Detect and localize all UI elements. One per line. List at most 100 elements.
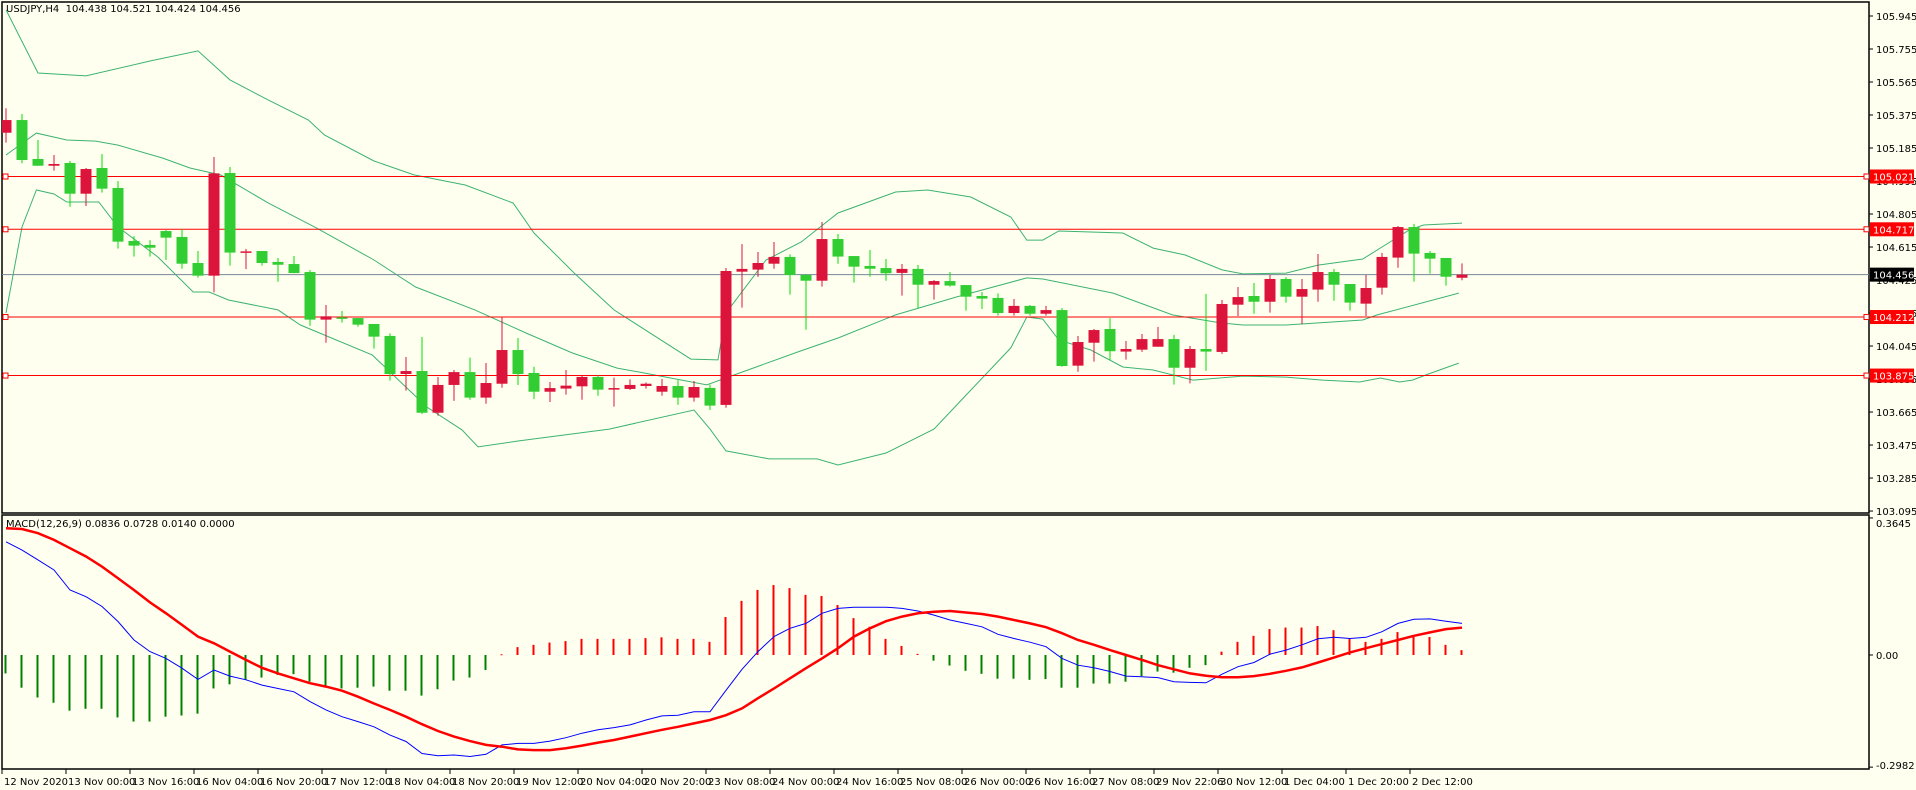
candle-bull xyxy=(240,251,252,253)
macd-histogram-bar xyxy=(1268,629,1271,655)
candle-bull xyxy=(1376,256,1388,288)
level-left-handle[interactable] xyxy=(2,226,9,233)
time-axis-label: 26 Nov 16:00 xyxy=(1028,777,1095,788)
price-axis-label: 103.095 xyxy=(1876,507,1916,518)
candle-bear xyxy=(960,285,972,297)
candle-bull xyxy=(736,268,748,272)
macd-histogram-bar xyxy=(372,655,375,687)
chart-window[interactable]: 105.945105.755105.565105.375105.185104.9… xyxy=(0,0,1916,790)
candle-bear xyxy=(976,296,988,299)
time-axis-label: 18 Nov 04:00 xyxy=(388,777,455,788)
candle-bear xyxy=(1280,278,1292,297)
macd-pane xyxy=(4,527,1463,758)
candle-bull xyxy=(1152,339,1164,347)
level-right-handle[interactable] xyxy=(1863,226,1869,233)
macd-histogram-bar xyxy=(932,655,935,661)
macd-histogram-bar xyxy=(1332,630,1335,655)
level-price-label: 104.717 xyxy=(1873,225,1914,236)
level-left-handle[interactable] xyxy=(2,173,9,180)
candle-bull xyxy=(640,383,652,386)
macd-histogram-bar xyxy=(52,655,55,703)
macd-histogram-bar xyxy=(228,655,231,685)
level-left-handle[interactable] xyxy=(2,372,9,379)
candle-bull xyxy=(448,372,460,385)
candle-bear xyxy=(16,120,28,160)
candle-bear xyxy=(304,272,316,320)
level-right-handle[interactable] xyxy=(1863,314,1869,321)
candle-bull xyxy=(1232,297,1244,305)
macd-histogram-bar xyxy=(1124,655,1127,682)
price-axis-label: 103.665 xyxy=(1876,408,1916,419)
macd-histogram-bar xyxy=(308,655,311,682)
candle-bull xyxy=(752,263,764,270)
time-axis-label: 30 Nov 12:00 xyxy=(1220,777,1287,788)
candle-bull xyxy=(624,384,636,389)
macd-histogram-bar xyxy=(820,595,823,655)
price-axis-label: 105.945 xyxy=(1876,12,1916,23)
candle-bull xyxy=(688,387,700,398)
macd-histogram-bar xyxy=(660,637,663,655)
macd-histogram-bar xyxy=(964,655,967,671)
level-price-label: 104.212 xyxy=(1873,313,1914,324)
macd-histogram-bar xyxy=(436,655,439,690)
candle-bull xyxy=(432,384,444,413)
candle-bear xyxy=(128,240,140,246)
candle-bull xyxy=(2,120,12,133)
time-axis-label: 16 Nov 20:00 xyxy=(260,777,327,788)
macd-histogram-bar xyxy=(1412,635,1415,655)
macd-histogram-bar xyxy=(500,654,503,656)
candle-bear xyxy=(1424,252,1436,259)
candle-bull xyxy=(1312,272,1324,290)
time-axis-label: 19 Nov 12:00 xyxy=(516,777,583,788)
macd-histogram-bar xyxy=(916,653,919,655)
time-axis-label: 24 Nov 00:00 xyxy=(772,777,839,788)
macd-histogram-bar xyxy=(36,655,39,698)
candle-bear xyxy=(224,173,236,253)
macd-histogram-bar xyxy=(708,641,711,655)
level-right-handle[interactable] xyxy=(1863,173,1869,180)
candle-bear xyxy=(704,387,716,406)
candle-bear xyxy=(1168,339,1180,368)
macd-histogram-bar xyxy=(628,638,631,655)
candle-bear xyxy=(848,256,860,267)
macd-histogram-bar xyxy=(164,655,167,717)
macd-histogram-bar xyxy=(868,626,871,655)
candle-bear xyxy=(96,167,108,189)
candles xyxy=(2,108,1468,416)
macd-histogram-bar xyxy=(1444,644,1447,655)
macd-histogram-bar xyxy=(4,655,7,674)
candle-bear xyxy=(1200,348,1212,352)
level-right-handle[interactable] xyxy=(1863,372,1869,379)
macd-histogram-bar xyxy=(756,589,759,655)
candle-bull xyxy=(816,239,828,281)
candle-bull xyxy=(1136,339,1148,350)
candle-bear xyxy=(64,162,76,194)
time-axis-label: 26 Nov 00:00 xyxy=(964,777,1031,788)
candle-bear xyxy=(944,281,956,286)
macd-histogram-bar xyxy=(1012,655,1015,679)
candle-bull xyxy=(496,350,508,384)
candle-bear xyxy=(800,274,812,281)
macd-histogram-bar xyxy=(900,645,903,655)
time-axis-label: 24 Nov 16:00 xyxy=(836,777,903,788)
candle-bull xyxy=(1008,305,1020,314)
candle-bear xyxy=(384,335,396,374)
chart-frame xyxy=(1,1,1870,770)
macd-histogram-bar xyxy=(596,638,599,655)
macd-histogram-bar xyxy=(1300,627,1303,655)
macd-histogram-bar xyxy=(420,655,423,696)
price-chart[interactable]: 105.945105.755105.565105.375105.185104.9… xyxy=(0,0,1916,790)
candle-bull xyxy=(544,388,556,392)
candle-bear xyxy=(784,256,796,275)
candle-bull xyxy=(208,173,220,276)
macd-histogram-bar xyxy=(388,655,391,691)
time-axis-label: 13 Nov 00:00 xyxy=(68,777,135,788)
macd-histogram-bar xyxy=(1108,655,1111,684)
level-left-handle[interactable] xyxy=(2,314,9,321)
price-axis-label: 104.805 xyxy=(1876,210,1916,221)
macd-histogram-bar xyxy=(996,655,999,679)
macd-histogram-bar xyxy=(100,655,103,709)
candle-bull xyxy=(1296,289,1308,297)
price-axis-label: 103.475 xyxy=(1876,441,1916,452)
bid-price-label: 104.456 xyxy=(1873,271,1914,282)
